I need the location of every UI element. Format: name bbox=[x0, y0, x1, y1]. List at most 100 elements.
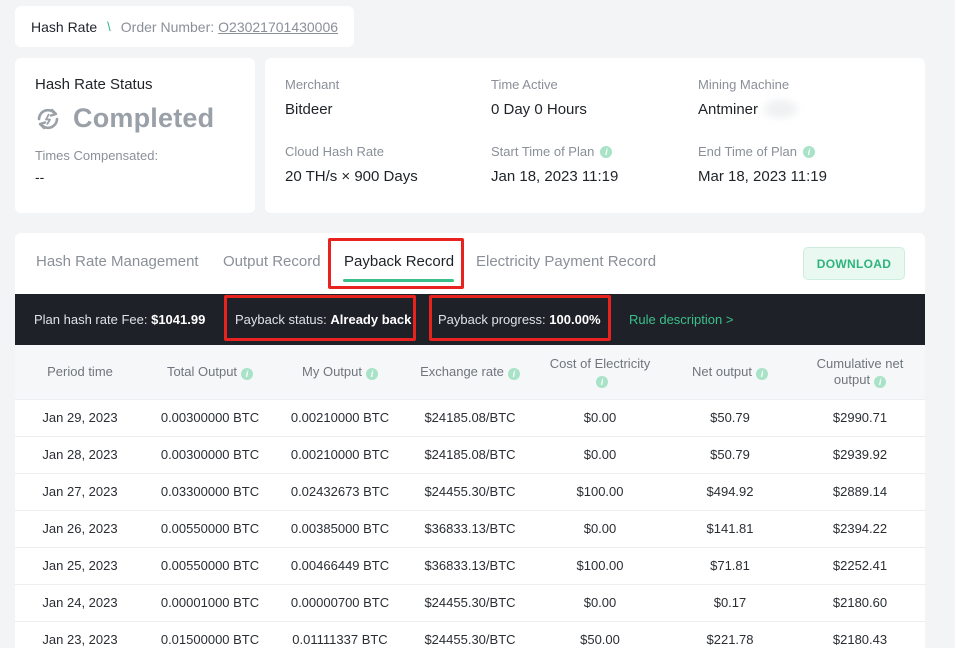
cumulative-net-output-cell: $2180.60 bbox=[795, 583, 925, 621]
exchange-rate-cell: $24455.30/BTC bbox=[405, 472, 535, 510]
period-time-cell: Jan 28, 2023 bbox=[15, 435, 145, 473]
table-row: Jan 24, 2023 0.00001000 BTC 0.00000700 BTC… bbox=[15, 583, 925, 621]
end-time-label-row: End Time of Plan i bbox=[698, 144, 827, 159]
merchant-value: Bitdeer bbox=[285, 101, 333, 118]
table-header-row: Period time Total Output i My Output i Exc… bbox=[15, 345, 925, 399]
my-output-cell: 0.00210000 BTC bbox=[275, 398, 405, 436]
cloud-hash-rate-value: 20 TH/s × 900 Days bbox=[285, 168, 418, 185]
mining-machine-field: Mining Machine Antminer bbox=[698, 77, 803, 122]
end-time-field: End Time of Plan i Mar 18, 2023 11:19 bbox=[698, 144, 827, 185]
breadcrumb-home-link[interactable]: Hash Rate bbox=[31, 19, 97, 35]
merchant-label: Merchant bbox=[285, 77, 340, 92]
plan-fee-label: Plan hash rate Fee: bbox=[34, 312, 148, 327]
status-row: Completed bbox=[35, 103, 235, 134]
period-time-cell: Jan 29, 2023 bbox=[15, 398, 145, 436]
cumulative-net-output-cell: $2180.43 bbox=[795, 620, 925, 648]
total-output-cell: 0.01500000 BTC bbox=[145, 620, 275, 648]
tab-output-record[interactable]: Output Record bbox=[223, 253, 321, 270]
table-row: Jan 28, 2023 0.00300000 BTC 0.00210000 BTC… bbox=[15, 435, 925, 473]
total-output-cell: 0.00550000 BTC bbox=[145, 509, 275, 547]
exchange-rate-cell: $24455.30/BTC bbox=[405, 620, 535, 648]
download-button[interactable]: DOWNLOAD bbox=[803, 247, 905, 280]
plan-fee: Plan hash rate Fee: $1041.99 bbox=[34, 312, 205, 327]
header-cumulative-net-output: Cumulative net output i bbox=[795, 345, 925, 399]
hash-rate-status-title: Hash Rate Status bbox=[35, 76, 153, 93]
net-output-cell: $221.78 bbox=[665, 620, 795, 648]
info-icon[interactable]: i bbox=[507, 367, 520, 380]
header-label: Exchange rate bbox=[420, 363, 504, 379]
table-row: Jan 23, 2023 0.01500000 BTC 0.01111337 BTC… bbox=[15, 620, 925, 648]
payback-status-label: Payback status: bbox=[235, 312, 327, 327]
period-time-cell: Jan 27, 2023 bbox=[15, 472, 145, 510]
mining-machine-value: Antminer bbox=[698, 101, 759, 118]
tab-payback-record[interactable]: Payback Record bbox=[344, 253, 454, 270]
net-output-cell: $494.92 bbox=[665, 472, 795, 510]
info-icon[interactable]: i bbox=[874, 375, 887, 388]
payback-progress: Payback progress: 100.00% bbox=[438, 312, 601, 327]
payback-progress-label: Payback progress: bbox=[438, 312, 546, 327]
my-output-cell: 0.00466449 BTC bbox=[275, 546, 405, 584]
info-icon[interactable]: i bbox=[365, 367, 378, 380]
period-time-cell: Jan 25, 2023 bbox=[15, 546, 145, 584]
active-tab-underline bbox=[343, 279, 454, 282]
cumulative-net-output-cell: $2889.14 bbox=[795, 472, 925, 510]
redacted-blur bbox=[758, 96, 803, 122]
time-active-value: 0 Day 0 Hours bbox=[491, 101, 587, 118]
info-icon[interactable]: i bbox=[600, 145, 613, 158]
payback-summary-bar: Plan hash rate Fee: $1041.99 Payback sta… bbox=[15, 294, 925, 345]
total-output-cell: 0.00300000 BTC bbox=[145, 398, 275, 436]
cost-of-electricity-cell: $50.00 bbox=[535, 620, 665, 648]
merchant-field: Merchant Bitdeer bbox=[285, 77, 339, 118]
net-output-cell: $0.17 bbox=[665, 583, 795, 621]
total-output-cell: 0.00550000 BTC bbox=[145, 546, 275, 584]
exchange-rate-cell: $36833.13/BTC bbox=[405, 509, 535, 547]
my-output-cell: 0.00210000 BTC bbox=[275, 435, 405, 473]
header-label: Total Output bbox=[166, 363, 238, 379]
time-active-label: Time Active bbox=[491, 77, 558, 92]
payback-status-value: Already back bbox=[330, 312, 412, 327]
payback-records-table: Period time Total Output i My Output i Exc… bbox=[15, 345, 925, 648]
info-icon[interactable]: i bbox=[756, 367, 768, 380]
exchange-rate-cell: $24185.08/BTC bbox=[405, 435, 535, 473]
start-time-value: Jan 18, 2023 11:19 bbox=[491, 168, 619, 185]
plan-fee-value: $1041.99 bbox=[151, 312, 206, 327]
info-icon[interactable]: i bbox=[596, 375, 608, 388]
info-icon[interactable]: i bbox=[241, 367, 254, 380]
exchange-rate-cell: $24455.30/BTC bbox=[405, 583, 535, 621]
cloud-hash-rate-label: Cloud Hash Rate bbox=[285, 144, 384, 159]
exchange-rate-cell: $36833.13/BTC bbox=[405, 546, 535, 584]
rule-description-link[interactable]: Rule description > bbox=[629, 312, 733, 327]
period-time-cell: Jan 23, 2023 bbox=[15, 620, 145, 648]
header-total-output: Total Output i bbox=[145, 345, 275, 399]
my-output-cell: 0.02432673 BTC bbox=[275, 472, 405, 510]
hash-rate-status-card: Hash Rate Status Completed Times Compens… bbox=[15, 58, 255, 213]
total-output-cell: 0.03300000 BTC bbox=[145, 472, 275, 510]
header-label: My Output bbox=[302, 363, 362, 379]
header-exchange-rate: Exchange rate i bbox=[405, 345, 535, 399]
table-row: Jan 25, 2023 0.00550000 BTC 0.00466449 BTC… bbox=[15, 546, 925, 584]
cost-of-electricity-cell: $0.00 bbox=[535, 583, 665, 621]
net-output-cell: $71.81 bbox=[665, 546, 795, 584]
tab-hash-rate-management[interactable]: Hash Rate Management bbox=[36, 253, 199, 270]
mining-machine-label: Mining Machine bbox=[698, 77, 790, 92]
header-label: Cumulative net output bbox=[816, 355, 904, 387]
my-output-cell: 0.00385000 BTC bbox=[275, 509, 405, 547]
order-number-link[interactable]: O23021701430006 bbox=[218, 19, 338, 35]
time-active-field: Time Active 0 Day 0 Hours bbox=[491, 77, 587, 118]
cumulative-net-output-cell: $2990.71 bbox=[795, 398, 925, 436]
breadcrumb-separator: \ bbox=[107, 19, 111, 34]
header-period-time: Period time bbox=[15, 345, 145, 399]
header-my-output: My Output i bbox=[275, 345, 405, 399]
cost-of-electricity-cell: $0.00 bbox=[535, 435, 665, 473]
exchange-rate-cell: $24185.08/BTC bbox=[405, 398, 535, 436]
order-number-label: Order Number: bbox=[120, 18, 215, 35]
tab-electricity-payment-record[interactable]: Electricity Payment Record bbox=[476, 253, 656, 270]
payback-status: Payback status: Already back bbox=[235, 312, 411, 327]
net-output-cell: $50.79 bbox=[665, 398, 795, 436]
breadcrumb: Hash Rate \ Order Number: O2302170143000… bbox=[15, 6, 354, 47]
header-label: Cost of Electricity bbox=[549, 355, 651, 371]
info-icon[interactable]: i bbox=[803, 145, 815, 158]
end-time-label: End Time of Plan bbox=[698, 144, 797, 159]
cloud-hash-rate-field: Cloud Hash Rate 20 TH/s × 900 Days bbox=[285, 144, 418, 185]
refresh-cycle-icon bbox=[37, 108, 59, 129]
